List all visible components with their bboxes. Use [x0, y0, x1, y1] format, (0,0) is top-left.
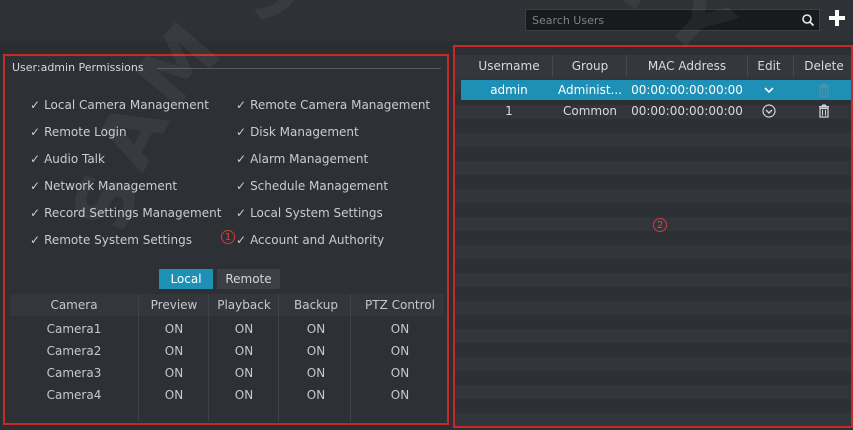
column-header: Edit: [757, 59, 781, 73]
add-user-icon[interactable]: [827, 8, 847, 28]
camera-name: Camera2: [46, 344, 102, 358]
user-username: 1: [505, 104, 513, 118]
check-icon: ✓: [236, 233, 247, 247]
user-row[interactable]: admin Administ... 00:00:00:00:00:00: [461, 80, 851, 100]
delete-icon[interactable]: [817, 104, 831, 118]
check-icon: ✓: [30, 179, 41, 193]
tab-remote[interactable]: Remote: [217, 269, 280, 289]
user-row[interactable]: 1 Common 00:00:00:00:00:00: [461, 101, 851, 121]
delete-icon[interactable]: [817, 83, 831, 97]
permission-item: ✓ Network Management: [30, 179, 177, 193]
user-username: admin: [490, 83, 528, 97]
check-icon: ✓: [30, 206, 41, 220]
row-stripe: [455, 161, 851, 175]
permission-label: Local Camera Management: [44, 98, 209, 112]
permission-item: ✓ Account and Authority: [236, 233, 384, 247]
row-stripe: [455, 245, 851, 259]
row-stripe: [455, 189, 851, 203]
check-icon: ✓: [30, 233, 41, 247]
search-icon[interactable]: [801, 13, 815, 27]
row-stripe: [455, 357, 851, 371]
permissions-title: User:admin Permissions: [12, 61, 144, 74]
permission-value: ON: [390, 322, 410, 336]
permission-label: Account and Authority: [250, 233, 385, 247]
check-icon: ✓: [30, 152, 41, 166]
permissions-panel: User:admin Permissions ✓ Local Camera Man…: [3, 54, 449, 425]
marker-2: 2: [653, 218, 667, 232]
permission-item: ✓ Remote System Settings: [30, 233, 192, 247]
check-icon: ✓: [236, 125, 247, 139]
row-stripe: [455, 385, 851, 399]
column-header: MAC Address: [647, 59, 727, 73]
check-icon: ✓: [30, 98, 41, 112]
camera-name: Camera4: [46, 388, 102, 402]
permission-value: ON: [390, 366, 410, 380]
check-icon: ✓: [236, 98, 247, 112]
column-header: Delete: [804, 59, 844, 73]
row-stripe: [455, 301, 851, 315]
permission-item: ✓ Remote Login: [30, 125, 127, 139]
row-stripe: [455, 329, 851, 343]
edit-icon[interactable]: [762, 83, 776, 97]
tab-local[interactable]: Local: [159, 269, 213, 289]
permission-label: Remote Camera Management: [250, 98, 431, 112]
permission-item: ✓ Record Settings Management: [30, 206, 221, 220]
permission-label: Alarm Management: [250, 152, 369, 166]
row-stripe: [455, 273, 851, 287]
permission-label: Schedule Management: [250, 179, 389, 193]
divider: [157, 68, 441, 69]
column-divider: [552, 55, 553, 77]
search-box[interactable]: [525, 9, 820, 31]
permission-item: ✓ Schedule Management: [236, 179, 388, 193]
user-mac: 00:00:00:00:00:00: [631, 104, 743, 118]
permission-item: ✓ Alarm Management: [236, 152, 368, 166]
check-icon: ✓: [236, 179, 247, 193]
column-header: Username: [478, 59, 540, 73]
permission-label: Record Settings Management: [44, 206, 222, 220]
camera-name: Camera1: [46, 322, 102, 336]
permission-label: Disk Management: [250, 125, 359, 139]
user-group: Administ...: [558, 83, 622, 97]
marker-1: 1: [221, 230, 235, 244]
users-panel: Username Group MAC Address Edit Delete admin A…: [453, 45, 853, 428]
permission-item: ✓ Local System Settings: [236, 206, 383, 220]
camera-name: Camera3: [46, 366, 102, 380]
check-icon: ✓: [30, 125, 41, 139]
permission-item: ✓ Disk Management: [236, 125, 359, 139]
permission-item: ✓ Audio Talk: [30, 152, 105, 166]
permission-label: Network Management: [44, 179, 178, 193]
search-input[interactable]: [526, 10, 796, 30]
user-group: Common: [562, 104, 618, 118]
permission-label: Remote System Settings: [44, 233, 192, 247]
column-divider: [793, 55, 794, 77]
permission-value: ON: [390, 388, 410, 402]
row-stripe: [455, 133, 851, 147]
column-header: Group: [571, 59, 609, 73]
permission-label: Remote Login: [44, 125, 127, 139]
check-icon: ✓: [236, 206, 247, 220]
permission-value: ON: [390, 344, 410, 358]
permission-item: ✓ Remote Camera Management: [236, 98, 430, 112]
permission-item: ✓ Local Camera Management: [30, 98, 209, 112]
column-header: Camera: [50, 298, 98, 312]
column-header: PTZ Control: [365, 298, 435, 312]
edit-icon[interactable]: [762, 104, 776, 118]
permission-label: Local System Settings: [250, 206, 383, 220]
user-mac: 00:00:00:00:00:00: [631, 83, 743, 97]
row-stripe: [455, 413, 851, 426]
permission-label: Audio Talk: [44, 152, 105, 166]
top-bar: [0, 0, 853, 41]
check-icon: ✓: [236, 152, 247, 166]
